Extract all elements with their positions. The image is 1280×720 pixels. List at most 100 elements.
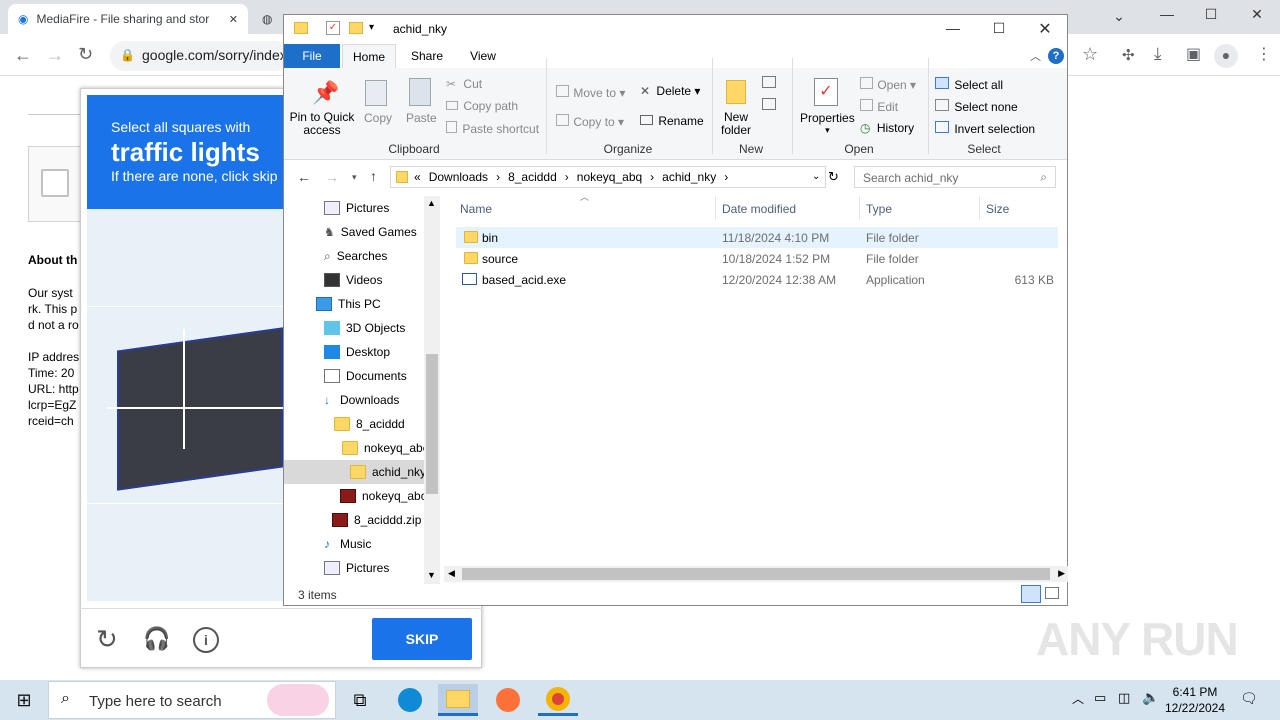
scroll-right-arrow[interactable]: ▶ — [1058, 568, 1065, 579]
select-none-button[interactable]: Select none — [935, 99, 1018, 114]
explorer-maximize-button[interactable]: ☐ — [976, 20, 1022, 37]
horizontal-scrollbar-thumb[interactable] — [462, 568, 1050, 580]
captcha-tile[interactable] — [87, 209, 283, 307]
copy-path-button[interactable]: Copy path — [446, 99, 518, 113]
recent-locations-icon[interactable]: ▾ — [352, 172, 357, 183]
breadcrumb-nokeyq_abq[interactable]: nokeyq_abq — [577, 170, 642, 184]
nav-item-8_aciddd[interactable]: 8_aciddd — [334, 412, 405, 436]
delete-button[interactable]: ✕ Delete ▾ — [640, 84, 700, 98]
tab-share[interactable]: Share — [404, 44, 450, 68]
address-dropdown-icon[interactable]: ⌄ — [812, 171, 820, 182]
notification-icon[interactable]: 🗨 — [1240, 690, 1258, 707]
browser-tab-google[interactable]: ◍ — [252, 4, 282, 34]
copy-button[interactable]: Copy — [364, 111, 392, 125]
start-button[interactable]: ⊞ — [0, 680, 48, 720]
chrome-maximize-button[interactable]: ☐ — [1188, 6, 1234, 23]
move-to-button[interactable]: Move to ▾ — [556, 85, 625, 100]
rename-button[interactable]: Rename — [640, 114, 704, 128]
nav-item-desktop[interactable]: Desktop — [324, 340, 390, 364]
nav-item-this-pc[interactable]: This PC — [316, 292, 381, 316]
nav-item-nokeyq_abc-archive[interactable]: nokeyq_abc — [340, 484, 424, 508]
info-icon[interactable]: i — [193, 627, 219, 653]
new-item-icon[interactable] — [762, 76, 776, 88]
pin-quick-access-button[interactable]: Pin to Quick access — [288, 111, 356, 137]
column-header-date[interactable]: Date modified — [722, 202, 796, 216]
nav-item-saved-games[interactable]: ♞ Saved Games — [324, 220, 417, 244]
column-header-type[interactable]: Type — [866, 202, 892, 216]
skip-button[interactable]: SKIP — [372, 618, 472, 660]
scroll-left-arrow[interactable]: ◀ — [448, 568, 455, 579]
cut-button[interactable]: ✂ Cut — [446, 77, 482, 91]
nav-item-music[interactable]: ♪ Music — [324, 532, 371, 556]
scroll-down-arrow[interactable]: ▼ — [427, 570, 436, 580]
properties-button[interactable]: Properties ▾ — [800, 111, 855, 136]
back-button[interactable]: ← — [14, 45, 32, 66]
file-row[interactable]: source 10/18/2024 1:52 PM File folder — [456, 248, 1058, 269]
captcha-image-grid[interactable] — [87, 209, 283, 601]
chrome-close-button[interactable]: ✕ — [1234, 6, 1280, 23]
help-icon[interactable]: ? — [1048, 48, 1064, 64]
reload-captcha-icon[interactable]: ↻ — [96, 624, 118, 655]
recaptcha-checkbox[interactable] — [41, 169, 69, 197]
breadcrumb-overflow[interactable]: « — [414, 170, 421, 184]
task-view-icon[interactable]: ⧉ — [340, 684, 380, 716]
breadcrumb-achid_nky[interactable]: achid_nky — [662, 170, 716, 184]
extensions-icon[interactable]: ✣ — [1122, 46, 1135, 64]
download-icon[interactable]: ⤓ — [1154, 44, 1162, 64]
search-box[interactable]: Search achid_nky ⌕ — [854, 166, 1056, 188]
close-tab-icon[interactable]: ✕ — [229, 13, 238, 26]
tray-overflow-icon[interactable]: ︿ — [1072, 690, 1084, 707]
nav-item-searches[interactable]: ⌕ Searches — [324, 244, 387, 268]
nav-item-downloads[interactable]: ↓ Downloads — [324, 388, 399, 412]
qat-dropdown-icon[interactable]: ▾ — [369, 22, 374, 33]
nav-item-8_aciddd-zip[interactable]: 8_aciddd.zip — [332, 508, 421, 532]
new-folder-quick-icon[interactable] — [349, 22, 363, 34]
menu-icon[interactable]: ⋮ — [1256, 44, 1272, 64]
large-icons-view-icon[interactable] — [1045, 587, 1059, 599]
properties-quick-icon[interactable]: ✓ — [326, 21, 340, 35]
explorer-close-button[interactable]: ✕ — [1022, 19, 1068, 39]
file-row[interactable]: bin 11/18/2024 4:10 PM File folder — [456, 227, 1058, 248]
volume-icon[interactable]: 🔈 — [1142, 689, 1159, 706]
nav-scrollbar[interactable]: ▲ ▼ — [424, 196, 440, 584]
up-button[interactable]: ↑ — [370, 168, 377, 184]
nav-item-3d-objects[interactable]: 3D Objects — [324, 316, 405, 340]
firefox-icon[interactable] — [488, 684, 528, 716]
breadcrumb-downloads[interactable]: Downloads — [429, 170, 488, 184]
nav-item-pictures-pc[interactable]: Pictures — [324, 556, 389, 580]
select-all-button[interactable]: Select all — [935, 77, 1003, 92]
invert-selection-button[interactable]: Invert selection — [935, 121, 1035, 136]
breadcrumb-8_aciddd[interactable]: 8_aciddd — [508, 170, 557, 184]
history-button[interactable]: ◷ History — [860, 121, 914, 135]
nav-item-achid_nky[interactable]: achid_nky — [284, 460, 424, 484]
details-view-icon[interactable] — [1021, 585, 1041, 603]
captcha-tile[interactable] — [87, 503, 283, 601]
clock[interactable]: 6:41 PM 12/22/2024 — [1162, 684, 1228, 716]
profile-avatar[interactable]: ● — [1214, 44, 1238, 68]
bookmark-star-icon[interactable]: ☆ — [1082, 44, 1098, 65]
chrome-tab-search-icon[interactable]: ⌄ — [1096, 8, 1142, 25]
horizontal-scrollbar[interactable]: ◀ ▶ — [444, 566, 1068, 582]
paste-shortcut-button[interactable]: Paste shortcut — [446, 121, 539, 136]
edit-button[interactable]: Edit — [860, 99, 898, 114]
paste-button[interactable]: Paste — [406, 111, 437, 125]
file-row[interactable]: based_acid.exe 12/20/2024 12:38 AM Appli… — [456, 269, 1058, 290]
explorer-forward-button[interactable]: → — [325, 169, 339, 185]
refresh-button[interactable]: ↻ — [828, 169, 839, 185]
chrome-minimize-button[interactable]: — — [1144, 6, 1190, 22]
open-button[interactable]: Open ▾ — [860, 77, 916, 92]
easy-access-icon[interactable] — [762, 98, 776, 110]
forward-button[interactable]: → — [46, 45, 64, 66]
nav-item-nokeyq_abc[interactable]: nokeyq_abc — [342, 436, 424, 460]
tab-home[interactable]: Home — [342, 44, 396, 68]
network-icon[interactable]: ▭ — [1094, 690, 1106, 706]
audio-challenge-icon[interactable]: 🎧 — [143, 626, 170, 652]
explorer-back-button[interactable]: ← — [297, 169, 311, 185]
column-header-size[interactable]: Size — [986, 202, 1009, 216]
nav-scrollbar-thumb[interactable] — [426, 354, 438, 494]
explorer-minimize-button[interactable]: — — [930, 20, 976, 36]
browser-tab-mediafire[interactable]: ◉ MediaFire - File sharing and stor ✕ — [8, 4, 248, 34]
tab-view[interactable]: View — [460, 44, 506, 68]
file-explorer-taskbar-icon[interactable] — [438, 684, 478, 716]
scroll-up-arrow[interactable]: ▲ — [427, 198, 436, 208]
